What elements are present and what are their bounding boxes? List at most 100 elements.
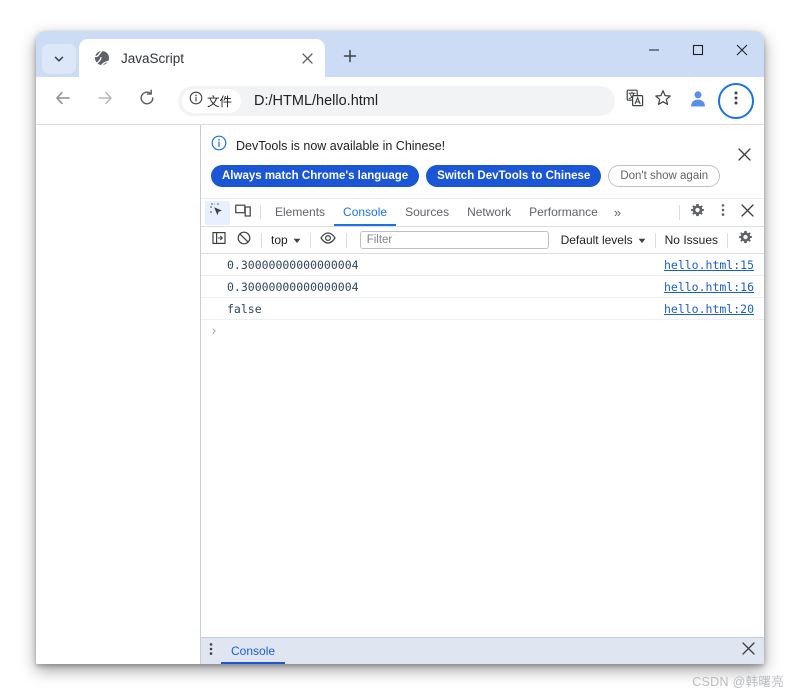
notice-close-button[interactable]: [734, 147, 754, 167]
clear-console-button[interactable]: [231, 228, 256, 252]
watermark: CSDN @韩曙亮: [692, 675, 784, 689]
console-message-source-link[interactable]: hello.html:15: [664, 258, 754, 272]
screen: JavaScript 文件 D:/HTML/hello.html DevTool…: [0, 0, 792, 696]
profile-button[interactable]: [683, 86, 713, 116]
toolbar-divider: [309, 232, 311, 248]
device-toolbar-button[interactable]: [230, 201, 255, 225]
drawer-more-options-button[interactable]: [209, 642, 213, 661]
drawer-tab-console[interactable]: Console: [221, 638, 286, 664]
console-filter-placeholder: Filter: [366, 234, 393, 246]
window-close-button[interactable]: [720, 31, 764, 73]
console-context-selector[interactable]: top: [267, 233, 305, 247]
devtools-tab-network[interactable]: Network: [458, 199, 520, 226]
console-input-prompt[interactable]: ›: [201, 320, 764, 342]
console-context-label: top: [271, 233, 288, 247]
devtools-tabbar: Elements Console Sources Network Perform…: [201, 199, 764, 227]
drawer-close-button[interactable]: [738, 641, 758, 661]
address-bar-url: D:/HTML/hello.html: [254, 92, 379, 109]
devtools-language-notice: DevTools is now available in Chinese! Al…: [201, 125, 764, 199]
devtools-tab-sources[interactable]: Sources: [396, 199, 458, 226]
reload-icon: [138, 89, 156, 112]
notice-actions: Always match Chrome's language Switch De…: [211, 165, 752, 187]
star-icon: [654, 89, 672, 112]
inspect-element-button[interactable]: [205, 200, 230, 225]
gear-icon: [690, 203, 705, 223]
tab-close-button[interactable]: [297, 48, 317, 68]
clear-console-icon: [237, 231, 251, 250]
console-message-value: false: [227, 301, 262, 316]
back-button[interactable]: [46, 84, 80, 118]
live-expression-button[interactable]: [316, 228, 341, 252]
forward-button[interactable]: [88, 84, 122, 118]
console-sidebar-toggle[interactable]: [206, 228, 231, 252]
close-icon: [741, 203, 754, 222]
arrow-right-icon: [96, 89, 114, 112]
browser-tab[interactable]: JavaScript: [79, 39, 325, 77]
browser-toolbar: 文件 D:/HTML/hello.html: [36, 77, 764, 124]
site-chip-label: 文件: [207, 95, 233, 109]
toolbar-divider: [727, 232, 728, 248]
devtools-more-options-button[interactable]: [710, 201, 735, 225]
toolbar-divider: [654, 232, 656, 248]
devtools-tabbar-actions: [674, 201, 760, 225]
device-toolbar-icon: [234, 203, 251, 223]
three-dots-vertical-icon: [734, 90, 738, 111]
toolbar-divider: [345, 232, 347, 248]
chevron-down-icon: [293, 233, 301, 247]
chevron-down-icon: [53, 53, 65, 65]
eye-icon: [320, 231, 336, 250]
window-controls: [632, 31, 764, 77]
toolbar-divider: [261, 232, 262, 248]
translate-button[interactable]: [621, 87, 649, 115]
console-message-source-link[interactable]: hello.html:20: [664, 302, 754, 316]
minimize-button[interactable]: [632, 31, 676, 73]
address-bar[interactable]: 文件 D:/HTML/hello.html: [178, 85, 615, 116]
console-message-row[interactable]: 0.30000000000000004 hello.html:16: [201, 276, 764, 298]
console-message-value: 0.30000000000000004: [227, 257, 359, 272]
globe-icon: [93, 50, 110, 67]
toolbar-divider: [260, 205, 261, 220]
maximize-icon: [692, 43, 704, 61]
close-icon: [741, 642, 755, 660]
new-tab-button[interactable]: [335, 43, 365, 73]
close-icon: [736, 43, 748, 61]
log-levels-label: Default levels: [560, 233, 633, 247]
console-message-list[interactable]: 0.30000000000000004 hello.html:15 0.3000…: [201, 254, 764, 637]
notice-message-row: DevTools is now available in Chinese!: [211, 135, 752, 156]
console-message-value: 0.30000000000000004: [227, 279, 359, 294]
browser-window: JavaScript 文件 D:/HTML/hello.html DevTool…: [36, 31, 764, 664]
console-toolbar: top Filter Default levels No Issues: [201, 227, 764, 254]
devtools-settings-button[interactable]: [685, 201, 710, 225]
maximize-button[interactable]: [676, 31, 720, 73]
tab-search-button[interactable]: [42, 44, 76, 74]
close-icon: [737, 148, 751, 166]
dont-show-again-button[interactable]: Don't show again: [608, 165, 721, 187]
devtools-tab-performance[interactable]: Performance: [520, 199, 607, 226]
content-area: DevTools is now available in Chinese! Al…: [36, 124, 764, 664]
switch-to-chinese-button[interactable]: Switch DevTools to Chinese: [426, 165, 602, 187]
devtools-close-button[interactable]: [735, 201, 760, 225]
console-message-source-link[interactable]: hello.html:16: [664, 280, 754, 294]
console-settings-button[interactable]: [733, 228, 758, 252]
bookmark-button[interactable]: [649, 87, 677, 115]
browser-menu-button[interactable]: [718, 82, 754, 119]
console-message-row[interactable]: false hello.html:20: [201, 298, 764, 320]
devtools-tabs-overflow-button[interactable]: »: [607, 205, 628, 220]
console-log-levels-selector[interactable]: Default levels: [557, 233, 650, 247]
console-message-row[interactable]: 0.30000000000000004 hello.html:15: [201, 254, 764, 276]
devtools-tab-console[interactable]: Console: [334, 199, 397, 226]
reload-button[interactable]: [130, 84, 164, 118]
tab-strip: JavaScript: [36, 31, 764, 77]
devtools-tab-elements[interactable]: Elements: [266, 199, 334, 226]
console-filter-input[interactable]: Filter: [359, 231, 549, 249]
show-console-sidebar-icon: [211, 231, 226, 250]
tab-title: JavaScript: [121, 50, 185, 66]
toolbar-divider: [679, 205, 680, 220]
translate-icon: [626, 89, 644, 112]
site-info-chip[interactable]: 文件: [182, 88, 242, 113]
issues-counter[interactable]: No Issues: [661, 233, 722, 247]
page-viewport: [36, 125, 201, 664]
gear-icon: [738, 230, 753, 250]
prompt-caret-icon: ›: [210, 323, 218, 339]
always-match-language-button[interactable]: Always match Chrome's language: [211, 165, 420, 187]
